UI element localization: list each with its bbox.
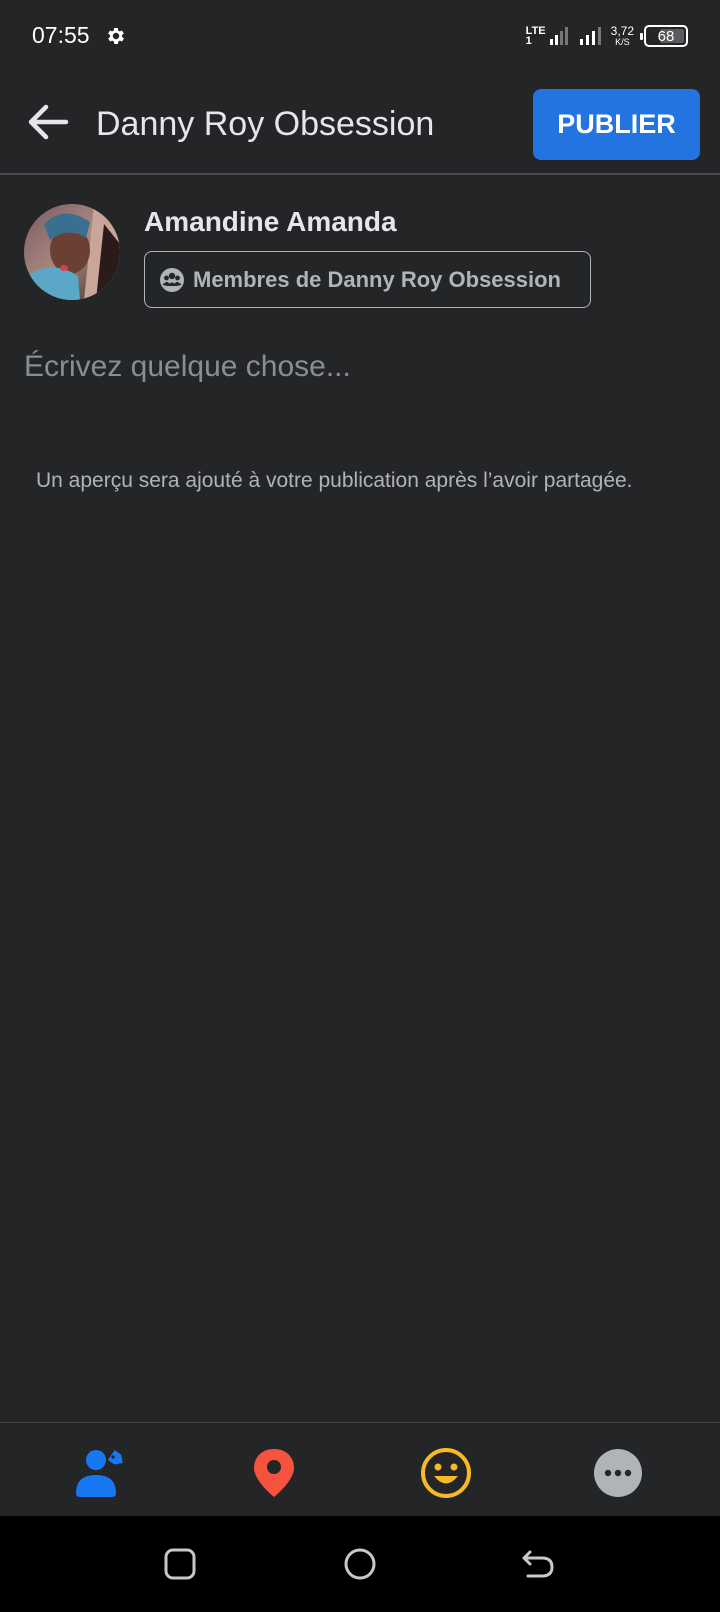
network-sub: 1 bbox=[525, 35, 532, 47]
post-text-input[interactable]: Écrivez quelque chose... bbox=[24, 350, 696, 400]
recent-apps-icon[interactable] bbox=[162, 1546, 198, 1582]
group-members-icon bbox=[160, 267, 184, 292]
home-icon[interactable] bbox=[342, 1546, 378, 1582]
signal-strength-icon-2 bbox=[579, 27, 601, 45]
publish-button[interactable]: PUBLIER bbox=[533, 89, 700, 160]
back-nav-icon[interactable] bbox=[520, 1546, 556, 1582]
app-header: Danny Roy Obsession PUBLIER bbox=[0, 72, 720, 175]
system-navigation-bar bbox=[0, 1516, 720, 1612]
network-speed: 3,72 K/S bbox=[611, 25, 634, 47]
avatar-photo bbox=[24, 204, 120, 300]
status-time: 07:55 bbox=[32, 22, 90, 48]
tag-people-icon[interactable] bbox=[72, 1445, 128, 1501]
status-bar: 07:55 LTE 1 3,72 K/S 68 bbox=[0, 0, 720, 72]
audience-label: Membres de Danny Roy Obsession bbox=[193, 266, 561, 292]
settings-gear-icon bbox=[108, 28, 124, 44]
lte-indicator: LTE 1 bbox=[525, 26, 569, 47]
feeling-emoji-icon[interactable] bbox=[418, 1445, 474, 1501]
speed-value: 3,72 bbox=[610, 24, 634, 38]
battery-icon: 68 bbox=[640, 25, 688, 47]
location-pin-icon[interactable] bbox=[246, 1445, 302, 1501]
avatar bbox=[24, 204, 120, 300]
more-options-icon[interactable] bbox=[590, 1445, 646, 1501]
battery-percent: 68 bbox=[657, 27, 675, 45]
speed-unit: K/S bbox=[615, 37, 630, 47]
status-indicators: LTE 1 3,72 K/S 68 bbox=[526, 22, 688, 50]
preview-note: Un aperçu sera ajouté à votre publicatio… bbox=[36, 469, 633, 492]
back-arrow-icon[interactable] bbox=[26, 102, 70, 142]
page-title: Danny Roy Obsession bbox=[96, 105, 435, 143]
audience-selector-button[interactable]: Membres de Danny Roy Obsession bbox=[144, 251, 591, 308]
user-name: Amandine Amanda bbox=[144, 206, 397, 237]
post-composer-screen: 07:55 LTE 1 3,72 K/S 68 Danny Roy Obsess… bbox=[0, 0, 720, 1612]
composer-toolbar bbox=[0, 1422, 720, 1516]
signal-strength-icon bbox=[549, 27, 568, 45]
